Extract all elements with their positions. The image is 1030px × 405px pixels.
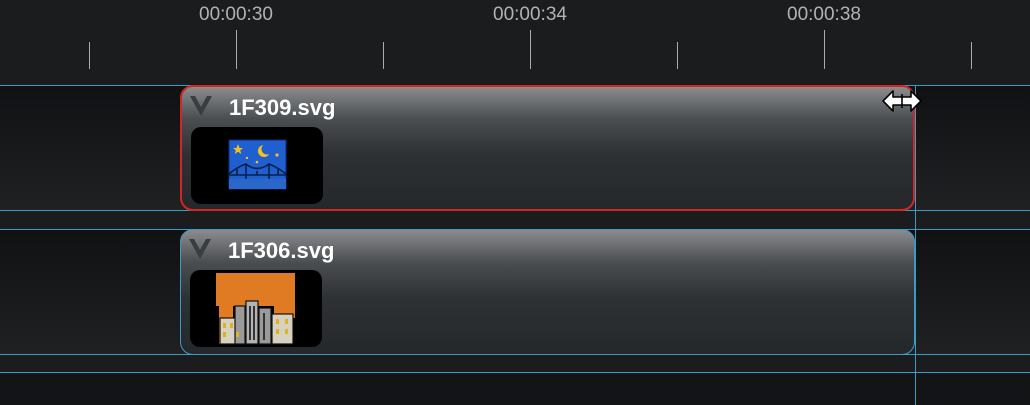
ruler-major-tick xyxy=(530,30,531,69)
timeline-ruler[interactable]: 00:00:30 00:00:34 00:00:38 xyxy=(0,0,1030,84)
ruler-minor-tick xyxy=(971,42,972,69)
ruler-time-label: 00:00:30 xyxy=(199,4,273,25)
timeline-clip[interactable]: 1F306.svg xyxy=(180,229,915,355)
clip-thumbnail xyxy=(191,127,323,204)
clip-thumbnail xyxy=(190,270,322,347)
timeline-clip[interactable]: 1F309.svg xyxy=(180,85,915,211)
ruler-time-label: 00:00:34 xyxy=(493,4,567,25)
resize-horizontal-cursor-icon xyxy=(881,88,923,114)
night-bridge-icon xyxy=(228,139,287,190)
ruler-minor-tick xyxy=(677,42,678,69)
chevron-down-icon[interactable] xyxy=(188,94,214,118)
clip-title: 1F306.svg xyxy=(228,238,335,263)
timeline-track[interactable] xyxy=(0,372,1030,405)
city-sunset-icon xyxy=(216,273,295,345)
ruler-time-label: 00:00:38 xyxy=(787,4,861,25)
ruler-minor-tick xyxy=(89,42,90,69)
playhead-line[interactable] xyxy=(915,85,916,405)
ruler-major-tick xyxy=(236,30,237,69)
ruler-minor-tick xyxy=(383,42,384,69)
chevron-down-icon[interactable] xyxy=(187,237,213,261)
clip-title: 1F309.svg xyxy=(229,95,336,120)
ruler-major-tick xyxy=(824,30,825,69)
